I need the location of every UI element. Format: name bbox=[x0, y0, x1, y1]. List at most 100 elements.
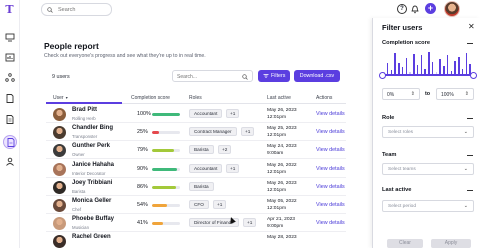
histogram-bar bbox=[458, 56, 460, 74]
global-search-box[interactable] bbox=[41, 3, 112, 16]
extra-roles-badge[interactable]: +1 bbox=[241, 127, 255, 137]
completion-histogram-slider[interactable] bbox=[379, 50, 477, 80]
header-last-active[interactable]: Last active bbox=[267, 95, 291, 101]
last-active-date: May 05, 2022 bbox=[267, 199, 297, 204]
search-icon bbox=[242, 74, 248, 80]
clear-button[interactable]: Clear bbox=[387, 239, 423, 248]
header-completion[interactable]: Completion score bbox=[131, 95, 170, 101]
histogram-bar bbox=[439, 58, 441, 74]
view-details-link[interactable]: View details bbox=[316, 202, 345, 208]
extra-roles-badge[interactable]: +1 bbox=[226, 109, 240, 118]
file-icon[interactable] bbox=[5, 115, 15, 124]
collapse-icon[interactable] bbox=[467, 43, 473, 44]
apply-button[interactable]: Apply bbox=[431, 239, 471, 248]
last-active-time: 9:00pm bbox=[267, 224, 284, 230]
last-active-date: May 26, 2023 bbox=[267, 108, 297, 113]
extra-roles-badge[interactable]: +1 bbox=[243, 218, 257, 228]
collapse-icon[interactable] bbox=[467, 155, 473, 156]
histogram-bar bbox=[416, 65, 419, 74]
user-icon[interactable] bbox=[5, 157, 15, 166]
table-row[interactable]: Gunther Perk Owner 79% Barista +2 May 24, 202… bbox=[46, 141, 346, 160]
app-logo[interactable]: T bbox=[3, 3, 16, 16]
header-user[interactable]: User ▼ bbox=[53, 95, 68, 101]
table-search-input[interactable] bbox=[177, 73, 241, 80]
profile-avatar[interactable] bbox=[444, 1, 460, 17]
completion-bar bbox=[152, 185, 180, 189]
user-title: Rolling Herb bbox=[72, 116, 96, 121]
collapse-icon[interactable] bbox=[467, 190, 473, 191]
last-active-date: May 26, 2023 bbox=[267, 180, 297, 186]
completion-bar bbox=[152, 113, 180, 116]
table-row[interactable]: Rachel Green May 28, 2023 bbox=[46, 232, 346, 248]
document-icon[interactable] bbox=[5, 94, 15, 103]
table-row[interactable]: Phoebe Buffay Musician 41% Director of Fina… bbox=[46, 214, 346, 233]
role-badge: Barista bbox=[189, 181, 214, 191]
extra-roles-badge[interactable]: +1 bbox=[213, 200, 227, 209]
completion-percent: 54% bbox=[137, 202, 148, 208]
completion-percent: 25% bbox=[137, 129, 148, 136]
chart-icon[interactable] bbox=[5, 53, 15, 62]
avatar bbox=[53, 162, 66, 176]
user-name: Chandler Bing bbox=[72, 125, 114, 132]
user-name: Rachel Green bbox=[72, 234, 111, 241]
view-details-link[interactable]: View details bbox=[316, 147, 345, 153]
sort-desc-icon: ▼ bbox=[64, 96, 69, 100]
help-icon[interactable]: ? bbox=[397, 4, 407, 14]
view-details-link[interactable]: View details bbox=[316, 111, 345, 117]
histogram-bar bbox=[401, 67, 404, 74]
view-details-link[interactable]: View details bbox=[316, 184, 345, 190]
filters-label: Filters bbox=[271, 73, 286, 79]
table-row[interactable]: Chandler Bing Transponster 25% Contract Man… bbox=[46, 123, 346, 142]
completion-bar-fill bbox=[152, 204, 168, 207]
avatar bbox=[53, 217, 66, 231]
collapse-icon[interactable] bbox=[467, 118, 473, 119]
slider-track[interactable] bbox=[381, 74, 475, 76]
bell-icon[interactable] bbox=[410, 4, 420, 14]
extra-roles-badge[interactable]: +2 bbox=[218, 145, 232, 155]
close-icon[interactable]: ✕ bbox=[468, 22, 475, 31]
table-row[interactable]: Janice Hahaha Interior Decorator 90% Accoun… bbox=[46, 160, 346, 178]
monitor-icon[interactable] bbox=[5, 33, 15, 42]
filters-button[interactable]: Filters bbox=[258, 70, 290, 82]
user-name: Brad Pitt bbox=[72, 107, 98, 113]
table-row[interactable]: Brad Pitt Rolling Herb 100% Accountant +1 May… bbox=[46, 105, 346, 123]
histogram-bar bbox=[428, 52, 430, 74]
table-row[interactable]: Monica Geller Chef 54% CFO +1 May 05, 2022 12:… bbox=[46, 196, 346, 214]
max-score-input[interactable]: 100% ⇕ bbox=[436, 88, 474, 100]
avatar bbox=[53, 199, 66, 212]
table-search-box[interactable] bbox=[172, 70, 253, 82]
add-button[interactable]: + bbox=[425, 3, 436, 14]
user-title: Transponster bbox=[72, 134, 98, 140]
header-roles: Roles bbox=[189, 95, 202, 101]
last-active-time: 12:01pm bbox=[267, 169, 287, 175]
completion-section-title: Completion score bbox=[382, 40, 431, 46]
team-select[interactable]: Select teams ⌄ bbox=[382, 163, 474, 175]
view-details-link[interactable]: View details bbox=[316, 166, 345, 172]
last-active-select[interactable]: Select period ⌄ bbox=[382, 200, 474, 212]
page-title: People report bbox=[44, 41, 99, 51]
users-count: 9 users bbox=[52, 74, 70, 80]
people-report-icon[interactable] bbox=[3, 135, 17, 149]
user-title: Interior Decorator bbox=[72, 170, 106, 176]
stepper-icon: ⇕ bbox=[464, 91, 469, 97]
completion-percent: 41% bbox=[137, 220, 148, 227]
avatar bbox=[53, 235, 66, 248]
active-column-indicator bbox=[46, 102, 122, 104]
global-search-input[interactable] bbox=[58, 6, 110, 14]
extra-roles-badge[interactable]: +1 bbox=[226, 163, 240, 173]
view-details-link[interactable]: View details bbox=[316, 129, 345, 135]
role-select[interactable]: Select roles ⌄ bbox=[382, 126, 474, 138]
download-csv-button[interactable]: Download .csv bbox=[294, 70, 340, 82]
min-score-input[interactable]: 0% ⇕ bbox=[382, 88, 420, 100]
completion-bar-fill bbox=[152, 185, 177, 189]
histogram-bar bbox=[420, 55, 423, 74]
completion-bar bbox=[152, 131, 180, 135]
completion-bar-fill bbox=[152, 113, 180, 116]
table-row[interactable]: Joey Tribbiani Barista 86% Barista May 26, 2… bbox=[46, 178, 346, 196]
slider-max-handle[interactable] bbox=[470, 72, 477, 79]
view-details-link[interactable]: View details bbox=[316, 220, 345, 226]
user-name: Gunther Perk bbox=[72, 143, 111, 150]
network-icon[interactable] bbox=[5, 73, 15, 82]
user-name: Monica Geller bbox=[72, 198, 112, 204]
slider-min-handle[interactable] bbox=[379, 72, 386, 79]
